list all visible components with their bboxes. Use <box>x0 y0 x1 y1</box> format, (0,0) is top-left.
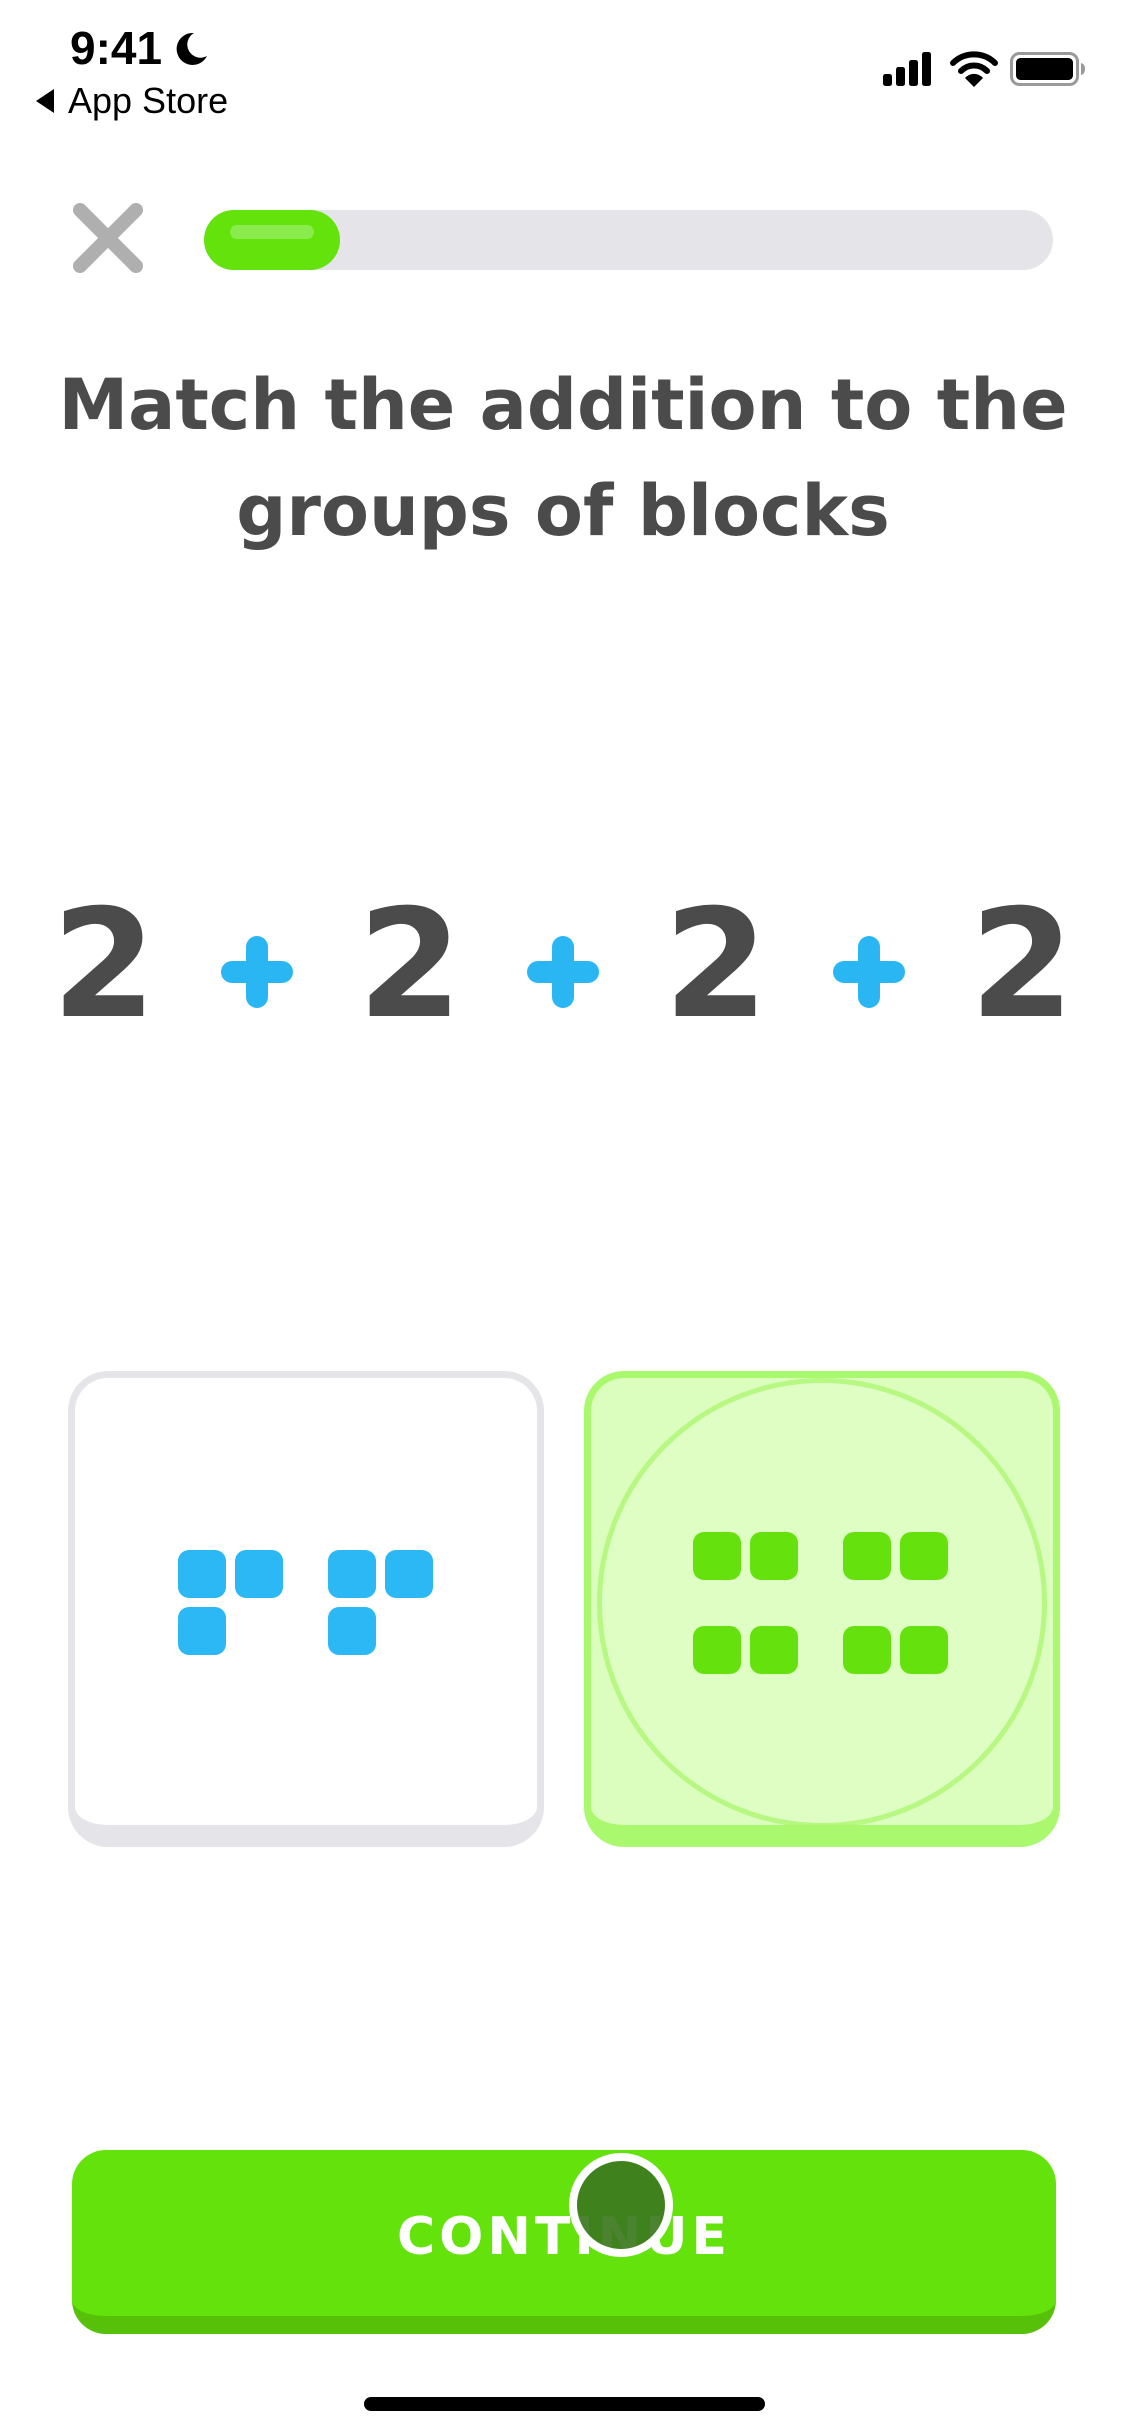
status-time: 9:41 <box>70 22 163 74</box>
equation-term: 2 <box>663 878 769 1052</box>
green-block <box>900 1626 948 1674</box>
back-label: App Store <box>68 80 229 121</box>
green-block <box>750 1626 798 1674</box>
equation-term: 2 <box>357 878 463 1052</box>
blue-block <box>178 1607 226 1655</box>
blue-block <box>328 1607 376 1655</box>
green-block <box>693 1626 741 1674</box>
blue-block <box>385 1550 433 1598</box>
close-button[interactable] <box>70 200 146 276</box>
prompt-title: Match the addition to the groups of bloc… <box>58 364 1068 552</box>
home-indicator[interactable] <box>364 2397 765 2411</box>
plus-icon <box>833 936 905 1008</box>
green-block <box>750 1532 798 1580</box>
plus-icon <box>221 936 293 1008</box>
green-block <box>843 1626 891 1674</box>
blue-block <box>328 1550 376 1598</box>
progress-fill <box>204 210 340 270</box>
green-block <box>900 1532 948 1580</box>
battery-icon <box>1010 52 1085 86</box>
close-icon <box>73 203 143 273</box>
answer-option-card-2-selected[interactable] <box>584 1371 1060 1847</box>
blue-block <box>178 1550 226 1598</box>
blue-block <box>235 1550 283 1598</box>
plus-icon <box>527 936 599 1008</box>
addition-equation: 2 2 2 2 <box>0 880 1126 1050</box>
cellular-signal-icon <box>883 52 931 86</box>
moon-icon <box>176 32 207 65</box>
back-triangle-icon <box>36 89 54 113</box>
equation-term: 2 <box>51 878 157 1052</box>
continue-label: CONTINUE <box>397 2207 731 2267</box>
green-block <box>693 1532 741 1580</box>
tap-ripple <box>597 1378 1047 1825</box>
answer-option-card-1[interactable] <box>68 1371 544 1847</box>
continue-button[interactable]: CONTINUE <box>72 2150 1056 2334</box>
green-block <box>843 1532 891 1580</box>
lesson-progress-bar <box>204 210 1053 270</box>
equation-term: 2 <box>969 878 1075 1052</box>
touch-indicator <box>569 2153 673 2257</box>
wifi-icon <box>950 51 998 87</box>
back-to-app-store-link[interactable]: App Store <box>36 80 228 122</box>
progress-shine <box>230 225 314 239</box>
